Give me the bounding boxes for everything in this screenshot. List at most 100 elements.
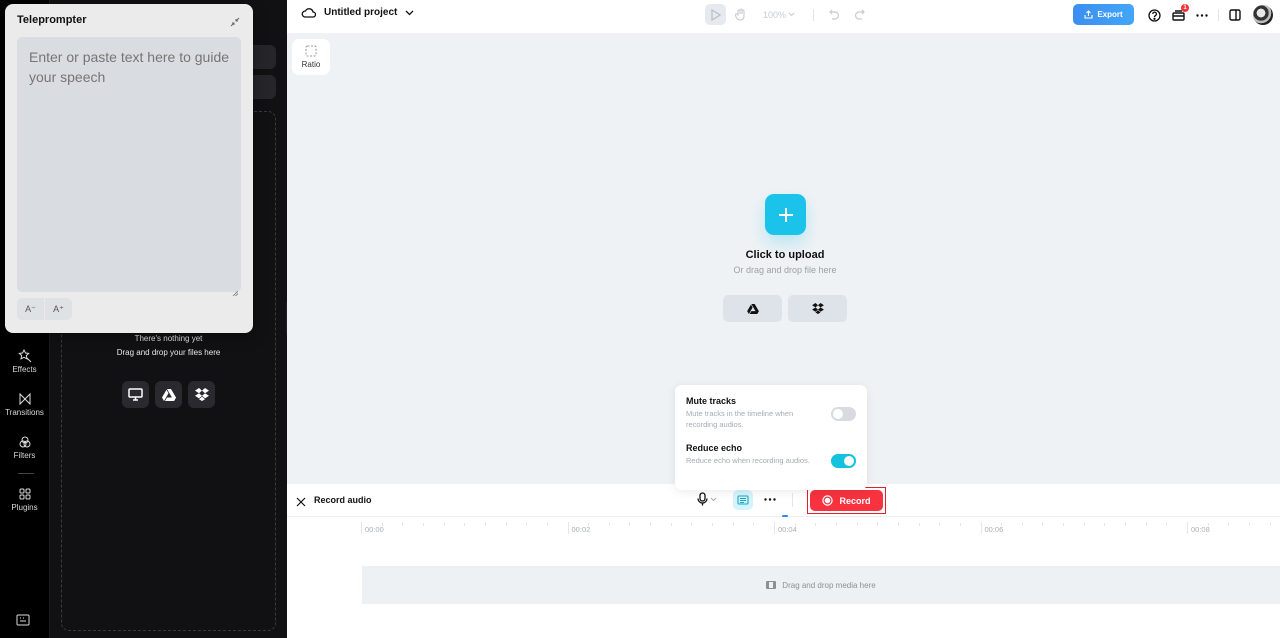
ruler-minor-tick bbox=[546, 523, 548, 526]
project-menu[interactable]: Untitled project bbox=[301, 7, 414, 18]
help-button[interactable] bbox=[1142, 5, 1166, 25]
top-bar: Untitled project 100% Export 1 bbox=[287, 0, 1280, 33]
chevron-down-icon bbox=[788, 12, 795, 17]
increase-font-label: A⁺ bbox=[53, 303, 64, 314]
rail-item-transitions[interactable]: Transitions bbox=[0, 392, 49, 417]
ruler-minor-tick bbox=[484, 523, 486, 526]
zoom-level: 100% bbox=[763, 9, 787, 20]
empty-subtitle: Drag and drop your files here bbox=[116, 348, 221, 357]
user-avatar[interactable] bbox=[1253, 5, 1273, 25]
chevron-down-icon bbox=[710, 497, 717, 501]
rail-item-plugins[interactable]: Plugins bbox=[0, 487, 49, 512]
ruler-minor-tick bbox=[526, 523, 528, 526]
computer-icon bbox=[128, 388, 143, 401]
timeline-ruler[interactable]: 00:00 00:02 00:04 00:06 00:08 bbox=[361, 518, 1280, 538]
close-record-button[interactable] bbox=[296, 494, 306, 512]
microphone-icon bbox=[697, 492, 708, 506]
ruler-minor-tick bbox=[505, 523, 507, 526]
record-title: Record audio bbox=[314, 495, 372, 505]
split-panel-icon bbox=[1229, 9, 1241, 21]
upload-from-google-drive-button[interactable] bbox=[155, 381, 182, 408]
ruler-minor-tick bbox=[835, 523, 837, 526]
rail-item-filters[interactable]: Filters bbox=[0, 435, 49, 460]
ruler-minor-tick bbox=[918, 523, 920, 526]
keyboard-shortcuts-button[interactable] bbox=[16, 613, 30, 631]
ruler-tick-label: 00:02 bbox=[571, 525, 591, 534]
record-settings-popover: Mute tracks Mute tracks in the timeline … bbox=[675, 385, 867, 490]
ruler-minor-tick bbox=[670, 523, 672, 526]
ruler-minor-tick bbox=[608, 523, 610, 526]
ruler-minor-tick bbox=[1063, 523, 1065, 526]
teleprompter-text-input[interactable] bbox=[17, 37, 241, 292]
ruler-major-tick bbox=[774, 522, 775, 534]
record-more-options-button[interactable] bbox=[764, 492, 776, 511]
help-icon bbox=[1147, 8, 1161, 22]
ruler-minor-tick bbox=[794, 523, 796, 526]
ratio-button[interactable]: Ratio bbox=[292, 39, 330, 75]
media-track-dropzone[interactable]: Drag and drop media here bbox=[362, 566, 1280, 604]
ruler-tick-label: 00:06 bbox=[984, 525, 1004, 534]
google-drive-icon bbox=[161, 388, 176, 401]
redo-button[interactable] bbox=[849, 4, 870, 25]
upload-subtitle: Or drag and drop file here bbox=[733, 265, 837, 275]
ruler-minor-tick bbox=[1083, 523, 1085, 526]
hand-tool-button[interactable] bbox=[730, 4, 751, 25]
more-horizontal-icon bbox=[1196, 13, 1208, 17]
record-audio-panel: Record audio Record 00:00 00:02 00:04 00:06… bbox=[287, 484, 1280, 638]
export-button[interactable]: Export bbox=[1073, 4, 1134, 25]
ruler-minor-tick bbox=[939, 523, 941, 526]
ruler-minor-tick bbox=[897, 523, 899, 526]
mute-tracks-toggle[interactable] bbox=[831, 407, 856, 421]
undo-button[interactable] bbox=[824, 4, 845, 25]
rail-divider bbox=[18, 473, 34, 474]
teleprompter-toggle-button[interactable] bbox=[733, 490, 753, 510]
ruler-major-tick bbox=[567, 522, 569, 534]
zoom-select[interactable]: 100% bbox=[763, 10, 795, 20]
ruler-major-tick bbox=[1187, 522, 1188, 534]
more-options-button[interactable] bbox=[1190, 5, 1214, 25]
decrease-font-button[interactable]: A⁻ bbox=[17, 298, 44, 320]
select-tool-button[interactable] bbox=[705, 4, 726, 25]
toolbar-divider bbox=[813, 8, 815, 21]
ruler-minor-tick bbox=[402, 523, 404, 526]
plugins-icon bbox=[19, 488, 30, 500]
undo-icon bbox=[829, 9, 840, 20]
upload-button[interactable] bbox=[765, 194, 806, 235]
microphone-select[interactable] bbox=[697, 492, 717, 506]
plus-icon bbox=[778, 207, 793, 222]
reduce-echo-description: Reduce echo when recording audios. bbox=[686, 456, 810, 465]
upload-from-computer-button[interactable] bbox=[122, 381, 149, 408]
record-label: Record bbox=[839, 495, 871, 506]
mute-tracks-description: Mute tracks in the timeline when recordi… bbox=[686, 409, 794, 429]
filters-icon bbox=[19, 436, 30, 448]
ruler-minor-tick bbox=[464, 523, 466, 526]
notifications-button[interactable]: 1 bbox=[1166, 4, 1190, 25]
rail-label: Effects bbox=[12, 365, 37, 374]
dropbox-upload-button[interactable] bbox=[788, 295, 847, 322]
close-icon bbox=[296, 497, 306, 507]
ruler-minor-tick bbox=[1248, 523, 1250, 526]
google-drive-upload-button[interactable] bbox=[723, 295, 782, 322]
teleprompter-window: Teleprompter A⁻ A⁺ bbox=[5, 4, 253, 333]
toggle-knob bbox=[833, 409, 843, 419]
track-placeholder: Drag and drop media here bbox=[782, 580, 876, 590]
minimize-teleprompter-button[interactable] bbox=[230, 14, 240, 32]
resize-handle-icon[interactable] bbox=[232, 283, 239, 301]
upload-from-dropbox-button[interactable] bbox=[188, 381, 215, 408]
chevron-down-icon bbox=[405, 10, 414, 15]
ruler-minor-tick bbox=[588, 523, 590, 526]
ratio-icon bbox=[305, 45, 317, 57]
ruler-tick-label: 00:00 bbox=[365, 525, 384, 534]
record-button[interactable]: Record bbox=[810, 490, 883, 511]
record-divider bbox=[792, 493, 793, 507]
increase-font-button[interactable]: A⁺ bbox=[45, 298, 72, 320]
notification-badge: 1 bbox=[1181, 4, 1189, 12]
decrease-font-label: A⁻ bbox=[25, 303, 36, 314]
ruler-minor-tick bbox=[629, 523, 631, 526]
toggle-panel-button[interactable] bbox=[1223, 5, 1247, 25]
reduce-echo-toggle[interactable] bbox=[831, 454, 856, 468]
ruler-minor-tick bbox=[1021, 523, 1023, 526]
playhead[interactable] bbox=[782, 515, 788, 517]
ruler-tick-label: 00:08 bbox=[1191, 525, 1210, 534]
rail-item-effects[interactable]: Effects bbox=[0, 349, 49, 374]
